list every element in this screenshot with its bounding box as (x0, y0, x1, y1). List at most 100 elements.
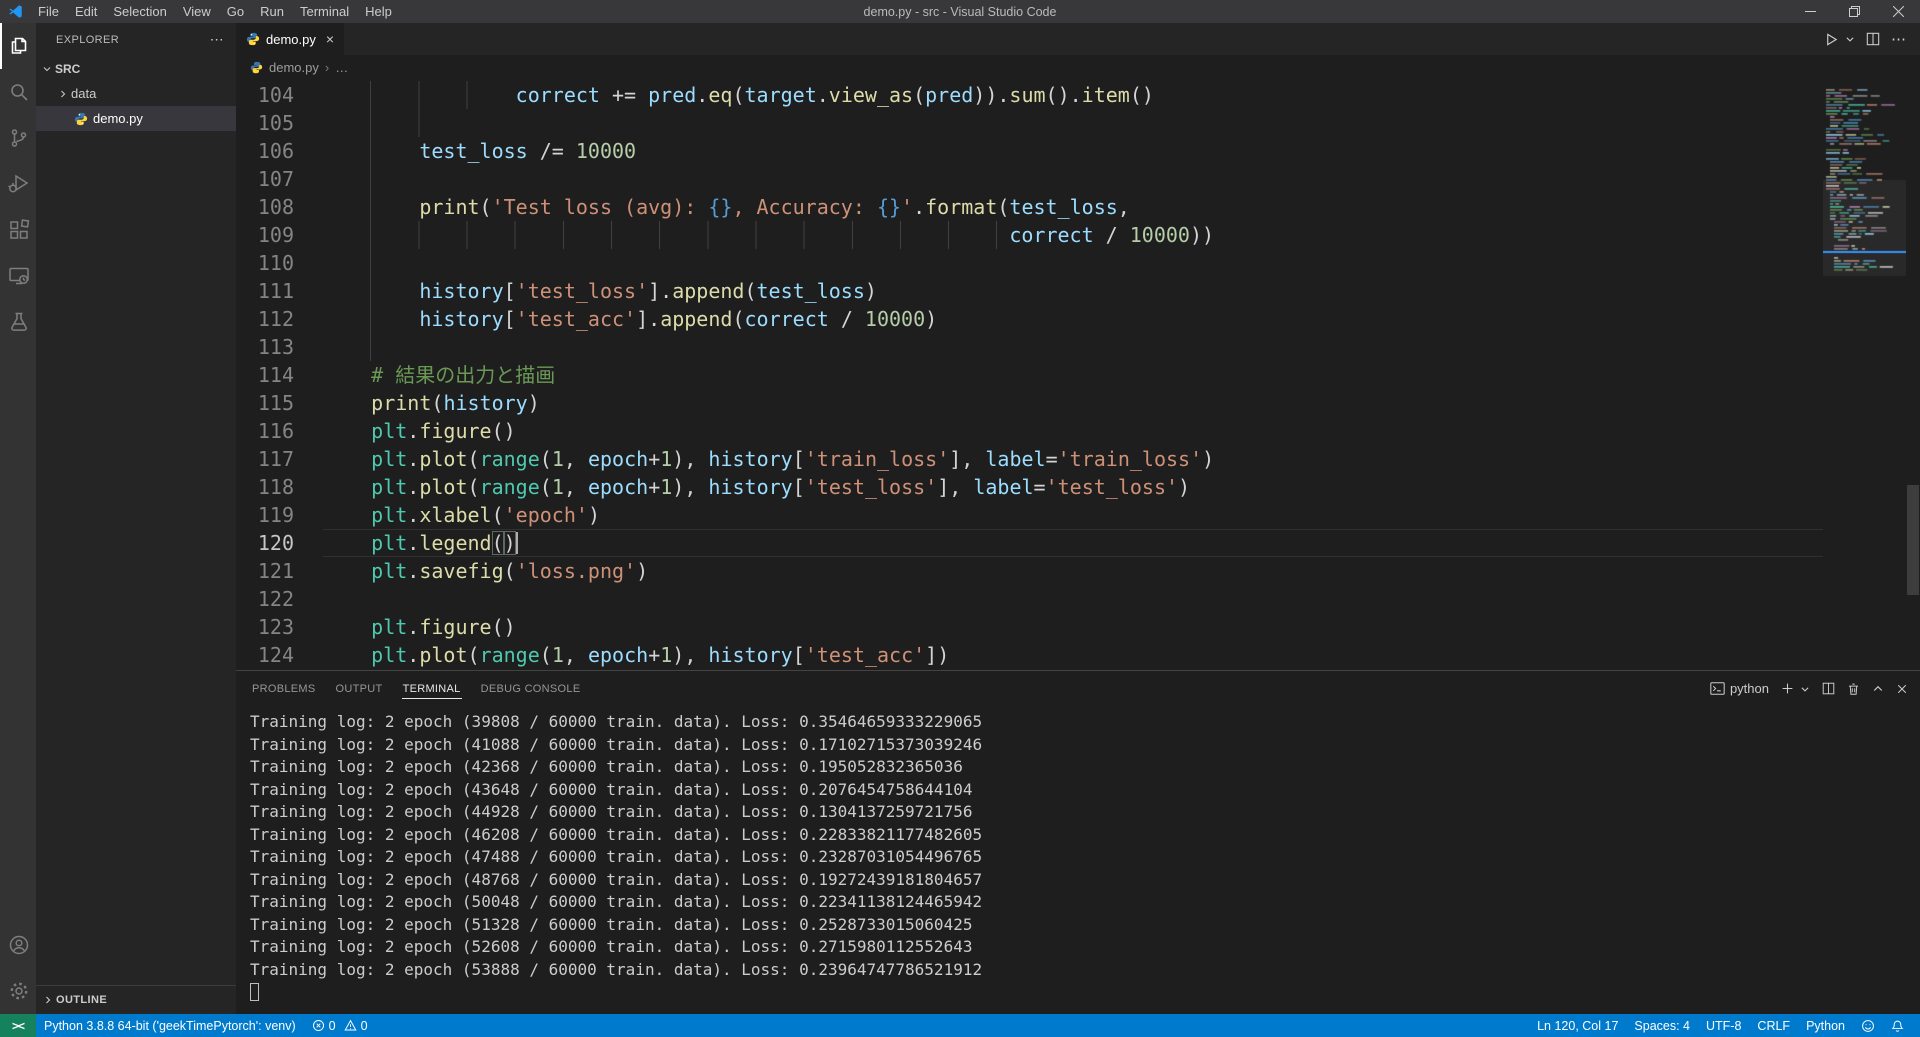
editor-scrollbar[interactable] (1906, 80, 1920, 670)
code-line-115[interactable]: print(history) (323, 389, 1823, 417)
code-line-105[interactable] (323, 109, 1823, 137)
code-line-110[interactable] (323, 249, 1823, 277)
code-line-107[interactable] (323, 165, 1823, 193)
line-number: 120 (236, 529, 323, 557)
bell-icon[interactable] (1883, 1014, 1912, 1037)
code-line-118[interactable]: plt.plot(range(1, epoch+1), history['tes… (323, 473, 1823, 501)
line-number: 106 (236, 137, 323, 165)
scrollbar-thumb[interactable] (1907, 485, 1919, 595)
code-line-104[interactable]: correct += pred.eq(target.view_as(pred))… (323, 81, 1823, 109)
search-icon[interactable] (0, 69, 36, 115)
close-icon[interactable] (1876, 0, 1920, 23)
breadcrumb-more[interactable]: … (335, 60, 348, 75)
encoding-item[interactable]: UTF-8 (1698, 1014, 1749, 1037)
panel-tab-debug-console[interactable]: DEBUG CONSOLE (480, 678, 582, 699)
code-editor[interactable]: 1041051061071081091101111121131141151161… (236, 80, 1920, 670)
breadcrumb[interactable]: demo.py › … (236, 55, 1920, 80)
menu-go[interactable]: Go (219, 0, 252, 23)
error-icon (312, 1019, 325, 1032)
line-number: 116 (236, 417, 323, 445)
code-line-113[interactable] (323, 333, 1823, 361)
editor-actions: ⋯ (1824, 23, 1920, 55)
minimap[interactable] (1823, 80, 1906, 670)
python-interpreter-item[interactable]: Python 3.8.8 64-bit ('geekTimePytorch': … (36, 1014, 304, 1037)
code-line-111[interactable]: history['test_loss'].append(test_loss) (323, 277, 1823, 305)
code-line-123[interactable]: plt.figure() (323, 613, 1823, 641)
line-number: 110 (236, 249, 323, 277)
chevron-down-icon[interactable] (1845, 34, 1855, 44)
source-control-icon[interactable] (0, 115, 36, 161)
trash-icon[interactable] (1847, 682, 1860, 696)
close-icon[interactable]: × (326, 31, 334, 47)
terminal-line: Training log: 2 epoch (52608 / 60000 tra… (250, 936, 1920, 959)
test-beaker-icon[interactable] (0, 299, 36, 345)
remote-indicator[interactable]: >< (0, 1014, 36, 1037)
settings-gear-icon[interactable] (0, 968, 36, 1014)
code-line-108[interactable]: print('Test loss (avg): {}, Accuracy: {}… (323, 193, 1823, 221)
activity-bar (0, 23, 36, 1014)
code-line-116[interactable]: plt.figure() (323, 417, 1823, 445)
panel-tab-output[interactable]: OUTPUT (335, 678, 384, 699)
code-line-106[interactable]: test_loss /= 10000 (323, 137, 1823, 165)
split-terminal-icon[interactable] (1822, 682, 1835, 695)
code-line-121[interactable]: plt.savefig('loss.png') (323, 557, 1823, 585)
run-button[interactable] (1824, 32, 1839, 47)
indentation-item[interactable]: Spaces: 4 (1626, 1014, 1698, 1037)
code-line-120[interactable]: plt.legend() (323, 529, 1823, 557)
account-icon[interactable] (0, 922, 36, 968)
code-line-117[interactable]: plt.plot(range(1, epoch+1), history['tra… (323, 445, 1823, 473)
menu-view[interactable]: View (175, 0, 219, 23)
code-line-122[interactable] (323, 585, 1823, 613)
panel-tab-problems[interactable]: PROBLEMS (251, 678, 317, 699)
menu-run[interactable]: Run (252, 0, 292, 23)
python-file-icon (74, 112, 88, 126)
menu-terminal[interactable]: Terminal (292, 0, 357, 23)
terminal-line: Training log: 2 epoch (44928 / 60000 tra… (250, 801, 1920, 824)
code-line-109[interactable]: correct / 10000)) (323, 221, 1823, 249)
menu-help[interactable]: Help (357, 0, 400, 23)
extensions-icon[interactable] (0, 207, 36, 253)
new-terminal-icon[interactable] (1781, 682, 1794, 695)
tree-root-src[interactable]: SRC (36, 56, 236, 81)
line-number: 108 (236, 193, 323, 221)
code-line-112[interactable]: history['test_acc'].append(correct / 100… (323, 305, 1823, 333)
breadcrumb-file[interactable]: demo.py (269, 60, 319, 75)
code-line-119[interactable]: plt.xlabel('epoch') (323, 501, 1823, 529)
language-mode-item[interactable]: Python (1798, 1014, 1853, 1037)
tree-item-demo-py[interactable]: demo.py (36, 106, 236, 131)
outline-section[interactable]: OUTLINE (36, 985, 236, 1014)
split-editor-icon[interactable] (1866, 32, 1880, 46)
terminal-shell-label: python (1730, 681, 1769, 696)
close-icon[interactable] (1896, 683, 1908, 695)
menu-selection[interactable]: Selection (105, 0, 174, 23)
explorer-icon[interactable] (0, 23, 36, 69)
window-controls (1788, 0, 1920, 23)
menu-file[interactable]: File (30, 0, 67, 23)
restore-icon[interactable] (1832, 0, 1876, 23)
terminal-picker[interactable]: python (1710, 681, 1769, 696)
views-more-icon[interactable]: ⋯ (210, 31, 224, 48)
problems-item[interactable]: 0 0 (304, 1014, 376, 1037)
terminal-output[interactable]: Training log: 2 epoch (39808 / 60000 tra… (236, 706, 1920, 1014)
chevron-down-icon[interactable] (1800, 684, 1810, 694)
remote-explorer-icon[interactable] (0, 253, 36, 299)
chevron-up-icon[interactable] (1872, 683, 1884, 695)
terminal-line: Training log: 2 epoch (48768 / 60000 tra… (250, 869, 1920, 892)
panel-tab-terminal[interactable]: TERMINAL (402, 678, 462, 699)
code-line-124[interactable]: plt.plot(range(1, epoch+1), history['tes… (323, 641, 1823, 669)
tree-item-data[interactable]: data (36, 81, 236, 106)
root-label: SRC (55, 62, 80, 76)
menu-edit[interactable]: Edit (67, 0, 105, 23)
code-line-114[interactable]: # 結果の出力と描画 (323, 361, 1823, 389)
code-content[interactable]: correct += pred.eq(target.view_as(pred))… (323, 80, 1823, 670)
run-debug-icon[interactable] (0, 161, 36, 207)
terminal-cursor (250, 983, 259, 1001)
cursor-position-item[interactable]: Ln 120, Col 17 (1529, 1014, 1626, 1037)
minimize-icon[interactable] (1788, 0, 1832, 23)
panel-actions: python (1710, 681, 1908, 696)
line-number: 117 (236, 445, 323, 473)
feedback-icon[interactable] (1853, 1014, 1883, 1037)
tab-demo-py[interactable]: demo.py × (236, 23, 344, 55)
eol-item[interactable]: CRLF (1749, 1014, 1798, 1037)
more-actions-icon[interactable]: ⋯ (1891, 30, 1907, 48)
